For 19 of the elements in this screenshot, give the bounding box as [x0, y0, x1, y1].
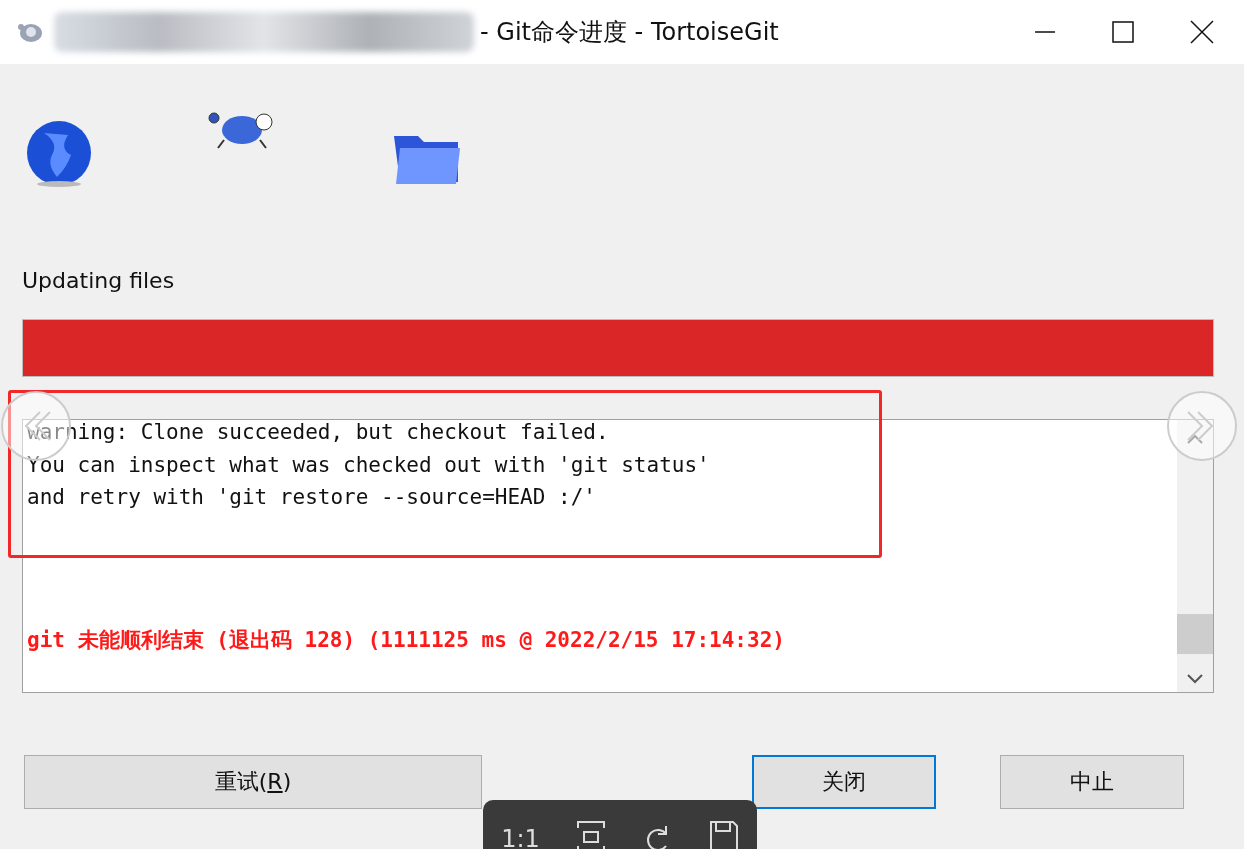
actual-size-button[interactable]: 1:1 — [501, 825, 540, 849]
log-line: warning: Clone succeeded, but checkout failed. — [27, 420, 610, 446]
globe-icon — [24, 118, 94, 188]
dialog-button[interactable]: 关闭 — [752, 755, 936, 809]
log-line: and retry with 'git restore --source=HEAD :/' — [27, 484, 597, 511]
log-line: You can inspect what was checked out with 'git status' — [27, 451, 711, 479]
dialog-button[interactable]: 重试(R) — [24, 755, 482, 809]
maximize-icon[interactable] — [1112, 21, 1134, 43]
close-icon[interactable] — [1190, 20, 1214, 44]
save-icon[interactable] — [708, 820, 739, 849]
error-message: git 未能顺利结束 (退出码 128) (1111125 ms @ 2022/2/15 17:14:32) — [27, 626, 786, 654]
fit-icon[interactable] — [576, 820, 607, 849]
scroll-down-icon — [1187, 674, 1203, 684]
dialog-button[interactable]: 中止 — [1000, 755, 1184, 809]
window-title: - Git命令进度 - TortoiseGit — [480, 17, 779, 48]
status-text: Updating files — [22, 268, 176, 293]
scrollbar[interactable] — [1177, 420, 1213, 692]
scroll-thumb[interactable] — [1177, 614, 1213, 654]
scroll-up-icon — [1187, 434, 1203, 444]
